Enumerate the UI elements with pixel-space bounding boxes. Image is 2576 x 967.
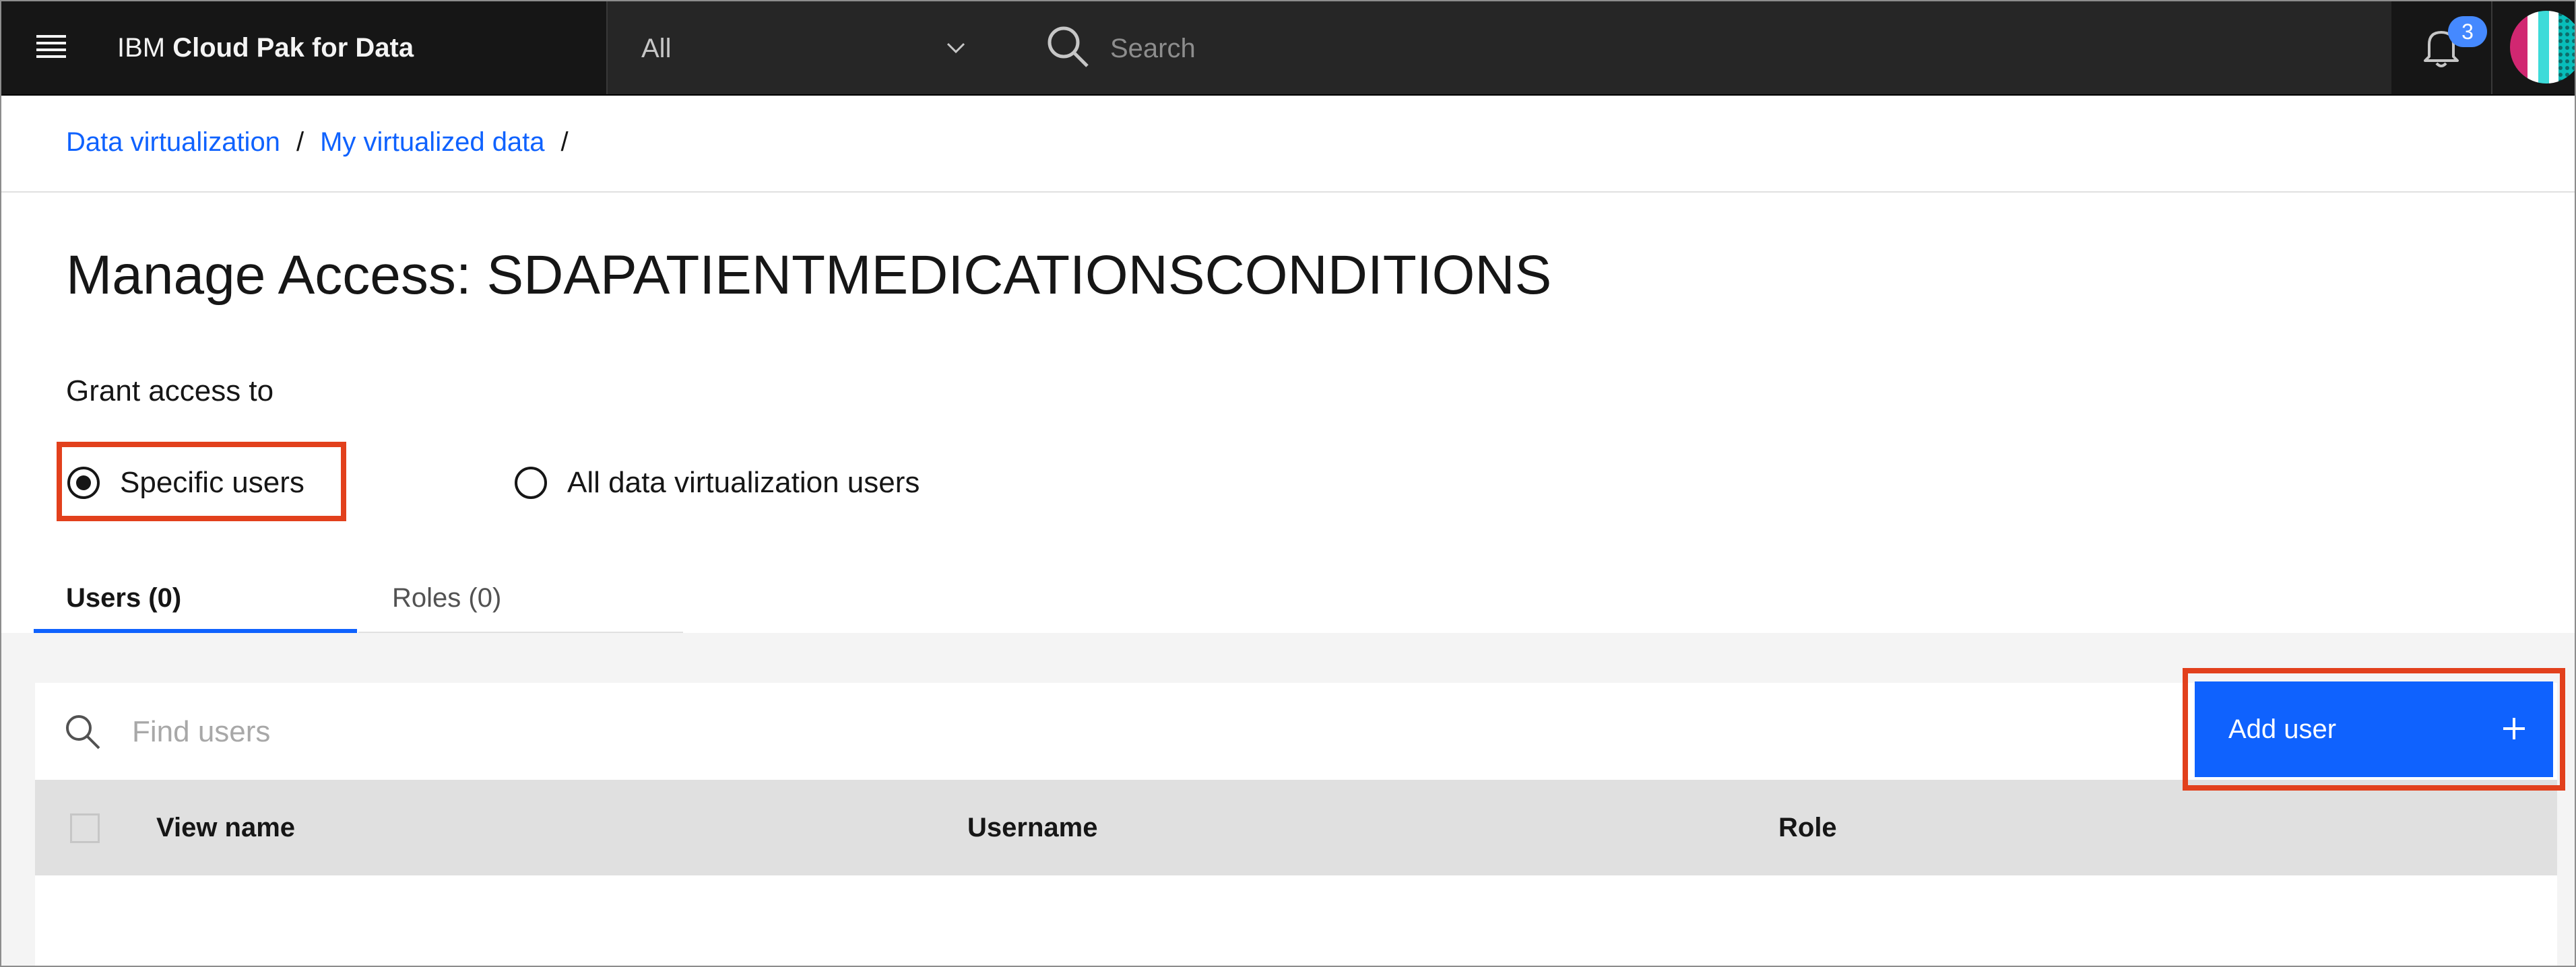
radio-all-dv-users[interactable]: All data virtualization users — [515, 462, 920, 504]
grant-access-label: Grant access to — [66, 374, 274, 407]
tab-roles[interactable]: Roles (0) — [358, 571, 683, 634]
table-body — [35, 875, 2557, 966]
table-toolbar — [35, 683, 2557, 780]
breadcrumb-separator: / — [560, 127, 569, 157]
highlight-box — [57, 442, 346, 521]
search-icon — [66, 715, 100, 749]
global-search — [1012, 1, 2391, 94]
breadcrumb: Data virtualization / My virtualized data / — [66, 121, 585, 163]
breadcrumb-bar: Data virtualization / My virtualized data / — [1, 96, 2575, 193]
notification-badge: 3 — [2448, 16, 2487, 47]
brand-prefix: IBM — [117, 33, 166, 63]
tab-label: Roles (0) — [392, 583, 502, 613]
global-search-input[interactable] — [1109, 24, 2324, 73]
scope-value: All — [641, 34, 672, 63]
breadcrumb-data-virtualization[interactable]: Data virtualization — [66, 127, 280, 157]
notifications-button[interactable]: 3 — [2393, 1, 2490, 94]
radio-unselected-icon[interactable] — [515, 467, 547, 499]
find-users-input[interactable] — [131, 707, 2087, 757]
menu-icon[interactable] — [28, 28, 74, 67]
column-header-username[interactable]: Username — [967, 807, 1097, 848]
tab-label: Users (0) — [66, 583, 182, 613]
tab-users[interactable]: Users (0) — [34, 571, 357, 634]
table-header: View name Username Role — [35, 780, 2557, 875]
user-avatar-button[interactable] — [2491, 1, 2575, 94]
product-brand[interactable]: IBM Cloud Pak for Data — [117, 26, 414, 70]
radio-label: All data virtualization users — [567, 466, 920, 499]
column-header-role[interactable]: Role — [1778, 807, 1837, 848]
avatar — [2510, 11, 2575, 84]
column-header-view-name[interactable]: View name — [156, 807, 295, 848]
select-all-checkbox[interactable] — [70, 813, 100, 843]
breadcrumb-my-virtualized-data[interactable]: My virtualized data — [320, 127, 544, 157]
search-icon — [1048, 26, 1089, 67]
top-header: IBM Cloud Pak for Data All 3 — [1, 1, 2575, 96]
brand-name: Cloud Pak for Data — [172, 33, 414, 63]
breadcrumb-separator: / — [296, 127, 304, 157]
app-window: IBM Cloud Pak for Data All 3 — [0, 0, 2576, 967]
scope-dropdown[interactable]: All — [606, 1, 1013, 94]
chevron-down-icon — [946, 42, 965, 54]
highlight-box — [2183, 668, 2565, 791]
page-title: Manage Access: SDAPATIENTMEDICATIONSCOND… — [66, 244, 1552, 306]
